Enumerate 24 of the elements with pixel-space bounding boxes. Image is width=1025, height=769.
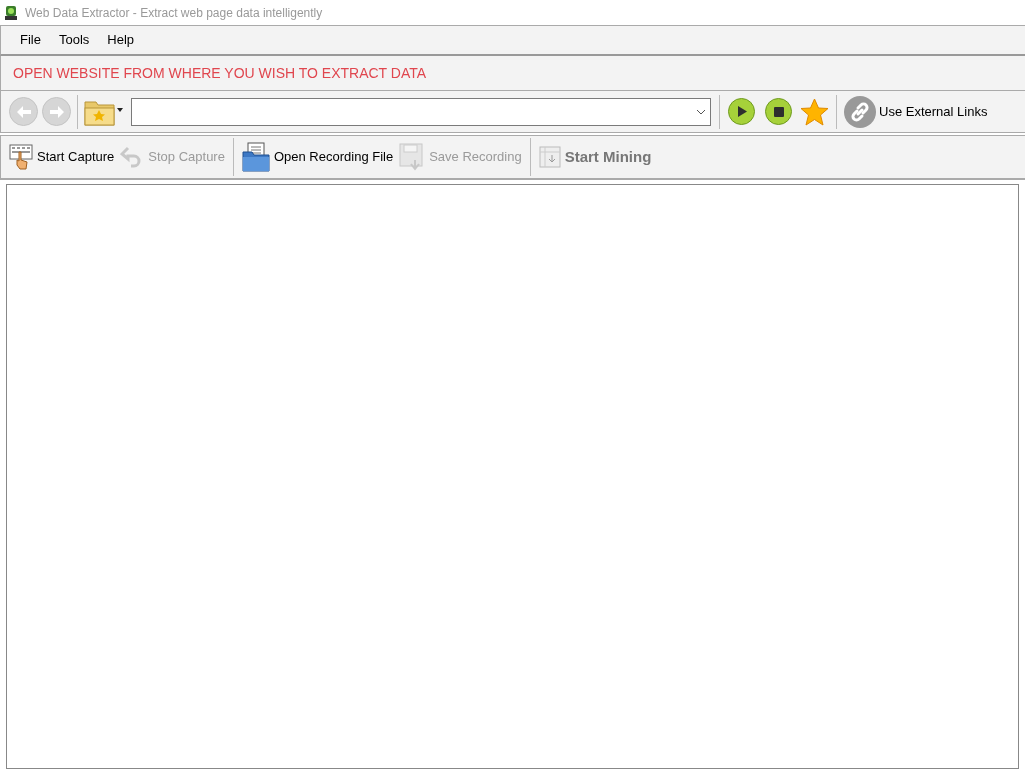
play-button[interactable] [728, 98, 755, 125]
left-arrow-icon [15, 104, 32, 119]
external-links-button[interactable]: Use External Links [844, 95, 988, 128]
document-folder-icon [241, 142, 270, 172]
app-icon [5, 5, 17, 20]
right-arrow-icon [48, 104, 65, 119]
start-capture-button[interactable]: Start Capture [9, 144, 115, 170]
menu-item[interactable]: Help [107, 30, 135, 50]
url-combobox[interactable] [131, 97, 711, 126]
window-title: Web Data Extractor - Extract web page data intelligently [25, 4, 323, 22]
play-icon [736, 106, 747, 117]
keyboard-hand-icon [9, 144, 33, 170]
chevron-down-icon [696, 108, 706, 115]
link-icon [844, 95, 876, 128]
download-grid-icon [538, 146, 561, 168]
open-recording-button[interactable]: Open Recording File [241, 142, 394, 172]
menu-item[interactable]: File [20, 30, 41, 50]
stop-button[interactable] [765, 98, 792, 125]
banner-heading: OPEN WEBSITE FROM WHERE YOU WISH TO EXTRACT DATA [13, 63, 427, 83]
floppy-disk-icon [399, 143, 426, 171]
menu-item[interactable]: Tools [58, 30, 90, 50]
star-icon[interactable] [800, 97, 829, 126]
stop-icon [773, 106, 784, 117]
dropdown-caret-icon [117, 107, 123, 112]
